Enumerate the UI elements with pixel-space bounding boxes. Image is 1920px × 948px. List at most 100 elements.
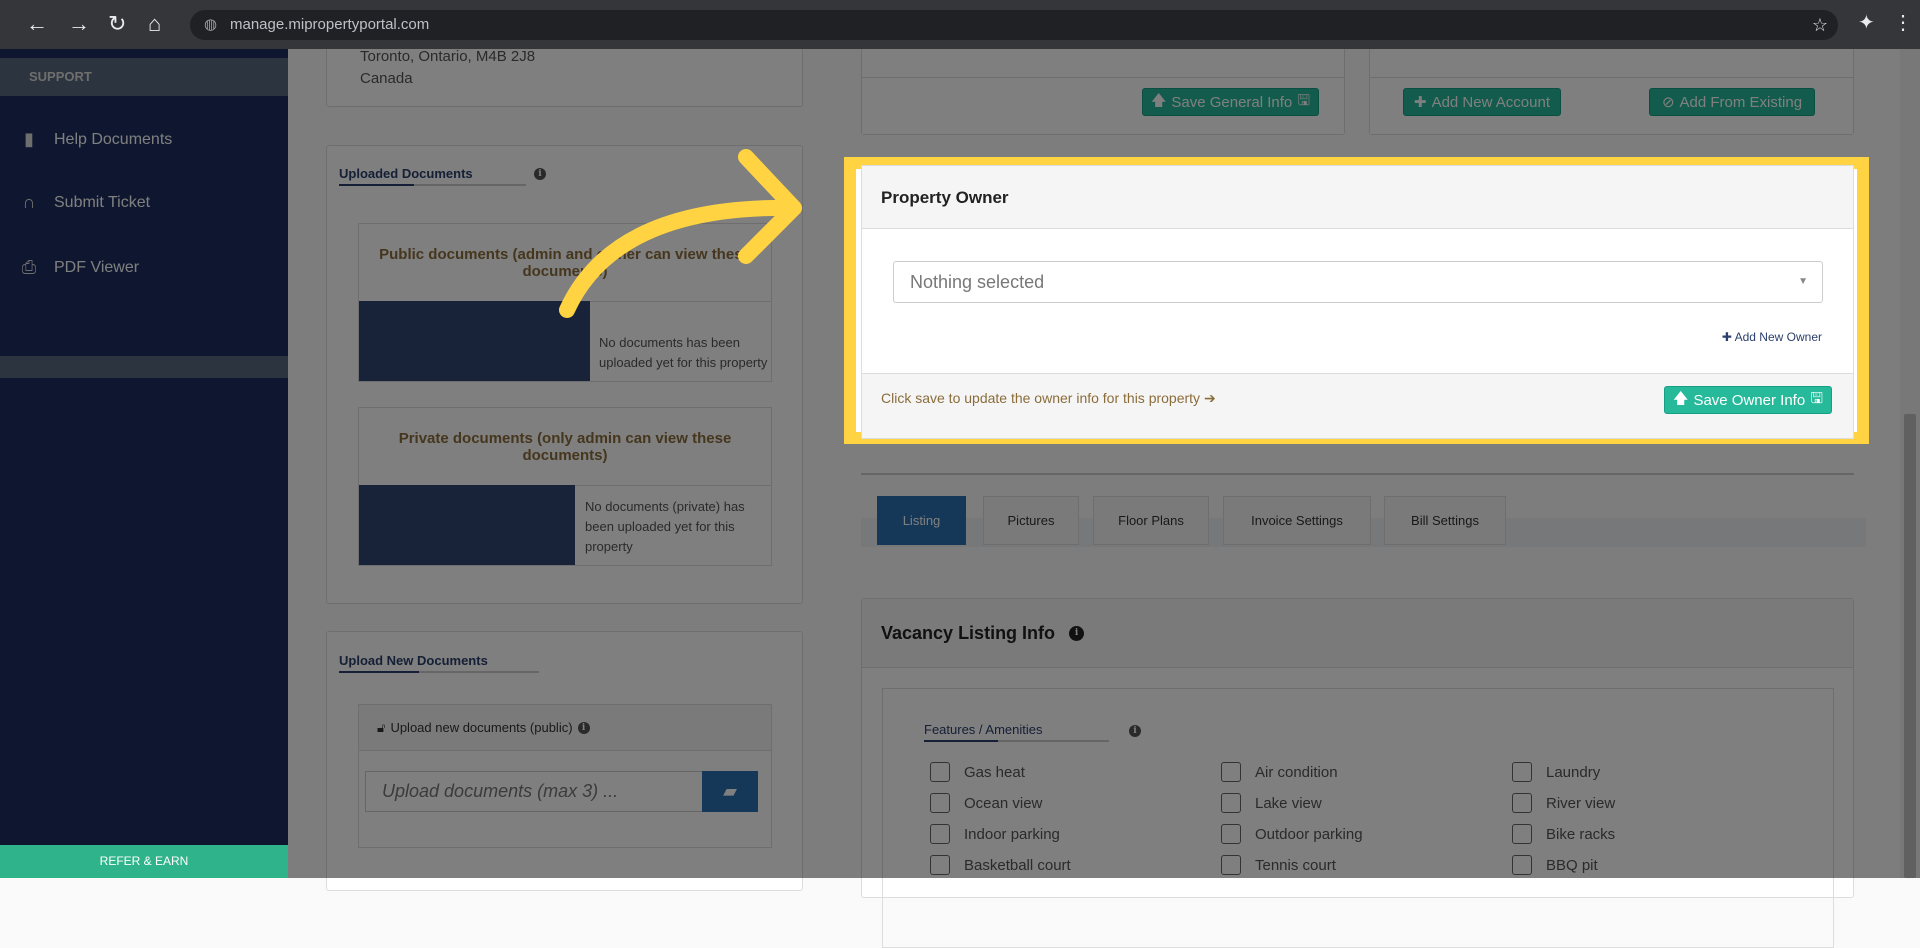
- button-label: Save Owner Info: [1693, 391, 1806, 409]
- uploaded-documents-title: Uploaded Documents: [339, 166, 526, 186]
- feature-label: Basketball court: [964, 856, 1071, 874]
- add-from-existing-button[interactable]: ⊘ Add From Existing: [1649, 88, 1815, 116]
- owner-select[interactable]: Nothing selected ▼: [893, 261, 1823, 303]
- feature-label: Laundry: [1546, 763, 1601, 781]
- extensions-icon[interactable]: ✦: [1858, 10, 1875, 35]
- sidebar-item-pdf-viewer[interactable]: ⎙ PDF Viewer: [18, 257, 139, 278]
- scrollbar[interactable]: [1900, 49, 1920, 878]
- feature-checkbox[interactable]: Outdoor parking: [1221, 824, 1363, 844]
- save-icon: 🖫: [1810, 389, 1823, 407]
- private-documents-box: Private documents (only admin can view t…: [358, 407, 772, 566]
- scrollbar-thumb[interactable]: [1904, 414, 1916, 878]
- sidebar-item-label: Submit Ticket: [54, 193, 151, 211]
- feature-checkbox[interactable]: Bike racks: [1512, 824, 1615, 844]
- checkbox[interactable]: [1512, 762, 1532, 782]
- vacancy-listing-title: Vacancy Listing Info: [881, 622, 1056, 643]
- save-general-info-button[interactable]: 🡅 Save General Info 🖫: [1142, 88, 1319, 116]
- uploaded-documents-card: Uploaded Documents i Public documents (a…: [326, 145, 803, 604]
- feature-checkbox[interactable]: Ocean view: [930, 793, 1042, 813]
- sidebar: SUPPORT ▮ Help Documents ∩ Submit Ticket ⎙…: [0, 49, 288, 878]
- feature-label: BBQ pit: [1546, 856, 1598, 874]
- upload-documents-input[interactable]: Upload documents (max 3) ...: [365, 771, 703, 812]
- info-icon[interactable]: i: [1069, 625, 1085, 641]
- owner-save-hint: Click save to update the owner info for …: [881, 390, 1216, 407]
- menu-icon[interactable]: ⋮: [1893, 10, 1913, 35]
- feature-label: Gas heat: [964, 763, 1025, 781]
- back-icon[interactable]: ←: [26, 10, 48, 38]
- tab-floor-plans[interactable]: Floor Plans: [1093, 496, 1209, 545]
- info-icon[interactable]: i: [577, 721, 590, 734]
- checkbox[interactable]: [930, 824, 950, 844]
- feature-label: Indoor parking: [964, 825, 1060, 843]
- public-documents-box: Public documents (admin and owner can vi…: [358, 223, 772, 382]
- feature-checkbox[interactable]: Tennis court: [1221, 855, 1336, 875]
- feature-checkbox[interactable]: BBQ pit: [1512, 855, 1598, 875]
- tab-listing[interactable]: Listing: [877, 496, 966, 545]
- checkbox[interactable]: [930, 855, 950, 875]
- feature-label: Lake view: [1255, 794, 1322, 812]
- private-documents-title: Private documents (only admin can view t…: [359, 408, 771, 486]
- browser-toolbar: ← → ↻ ⌂ ◍ manage.mipropertyportal.com ☆ …: [0, 0, 1920, 49]
- sidebar-item-label: PDF Viewer: [54, 258, 140, 276]
- upload-new-documents-card: Upload New Documents 🔓︎ Upload new docume…: [326, 631, 803, 891]
- public-documents-message: No documents has been uploaded yet for t…: [599, 335, 768, 370]
- checkbox[interactable]: [1221, 824, 1241, 844]
- forward-icon[interactable]: →: [68, 10, 90, 38]
- plus-icon: ✚: [1414, 94, 1427, 111]
- checkbox[interactable]: [1512, 824, 1532, 844]
- checkbox[interactable]: [1221, 762, 1241, 782]
- sidebar-item-submit-ticket[interactable]: ∩ Submit Ticket: [18, 192, 151, 213]
- sidebar-item-label: Help Documents: [54, 130, 173, 148]
- feature-checkbox[interactable]: Indoor parking: [930, 824, 1060, 844]
- save-owner-info-button[interactable]: 🡅 Save Owner Info 🖫: [1664, 386, 1832, 414]
- checkbox[interactable]: [1221, 855, 1241, 875]
- feature-checkbox[interactable]: Laundry: [1512, 762, 1600, 782]
- upload-new-documents-title: Upload New Documents: [339, 653, 539, 673]
- features-title: Features / Amenities: [924, 722, 1109, 742]
- save-icon: 🖫: [1297, 91, 1311, 109]
- feature-checkbox[interactable]: Air condition: [1221, 762, 1338, 782]
- arrow-up-icon: 🡅: [1150, 91, 1167, 109]
- checkbox[interactable]: [1512, 855, 1532, 875]
- tab-invoice-settings[interactable]: Invoice Settings: [1223, 496, 1371, 545]
- public-documents-preview: [359, 301, 590, 381]
- feature-checkbox[interactable]: River view: [1512, 793, 1615, 813]
- add-new-owner-link[interactable]: ✚ Add New Owner: [1722, 330, 1822, 344]
- sidebar-section-support: SUPPORT: [0, 58, 288, 96]
- sidebar-item-help-documents[interactable]: ▮ Help Documents: [18, 129, 172, 150]
- reload-icon[interactable]: ↻: [108, 10, 126, 38]
- vacancy-listing-card: Vacancy Listing Info i Features / Amenit…: [861, 598, 1854, 948]
- feature-label: Bike racks: [1546, 825, 1616, 843]
- checkbox[interactable]: [1221, 793, 1241, 813]
- general-info-card: 🡅 Save General Info 🖫: [861, 40, 1345, 135]
- globe-icon: ◍: [204, 16, 218, 33]
- add-new-account-button[interactable]: ✚ Add New Account: [1403, 88, 1561, 116]
- browse-folder-button[interactable]: ▰: [702, 771, 758, 812]
- url-text: manage.mipropertyportal.com: [230, 16, 430, 33]
- property-owner-card: Property Owner Nothing selected ▼ ✚ Add …: [861, 165, 1854, 439]
- highlight-frame: Property Owner Nothing selected ▼ ✚ Add …: [844, 157, 1869, 444]
- upload-public-header: 🔓︎ Upload new documents (public) i: [359, 705, 771, 751]
- feature-checkbox[interactable]: Gas heat: [930, 762, 1025, 782]
- checkbox[interactable]: [930, 762, 950, 782]
- plus-icon: ✚: [1721, 330, 1732, 344]
- feature-label: Tennis court: [1255, 856, 1336, 874]
- tab-pictures[interactable]: Pictures: [983, 496, 1079, 545]
- address-bar[interactable]: ◍ manage.mipropertyportal.com ☆: [190, 10, 1838, 40]
- private-documents-preview: [359, 485, 575, 565]
- tab-bill-settings[interactable]: Bill Settings: [1384, 496, 1506, 545]
- checkbox[interactable]: [1512, 793, 1532, 813]
- home-icon[interactable]: ⌂: [148, 10, 161, 38]
- refer-earn-button[interactable]: REFER & EARN: [0, 845, 288, 878]
- address-line: Toronto, Ontario, M4B 2J8: [360, 48, 536, 65]
- unlock-icon: 🔓︎: [377, 719, 386, 735]
- feature-checkbox[interactable]: Basketball court: [930, 855, 1071, 875]
- checkbox[interactable]: [930, 793, 950, 813]
- info-icon[interactable]: i: [1129, 725, 1141, 737]
- bookmark-star-icon[interactable]: ☆: [1812, 10, 1828, 40]
- feature-checkbox[interactable]: Lake view: [1221, 793, 1322, 813]
- feature-label: Air condition: [1255, 763, 1338, 781]
- button-label: Add New Account: [1431, 93, 1550, 111]
- property-owner-footer: Click save to update the owner info for …: [862, 373, 1853, 438]
- info-icon[interactable]: i: [534, 168, 546, 180]
